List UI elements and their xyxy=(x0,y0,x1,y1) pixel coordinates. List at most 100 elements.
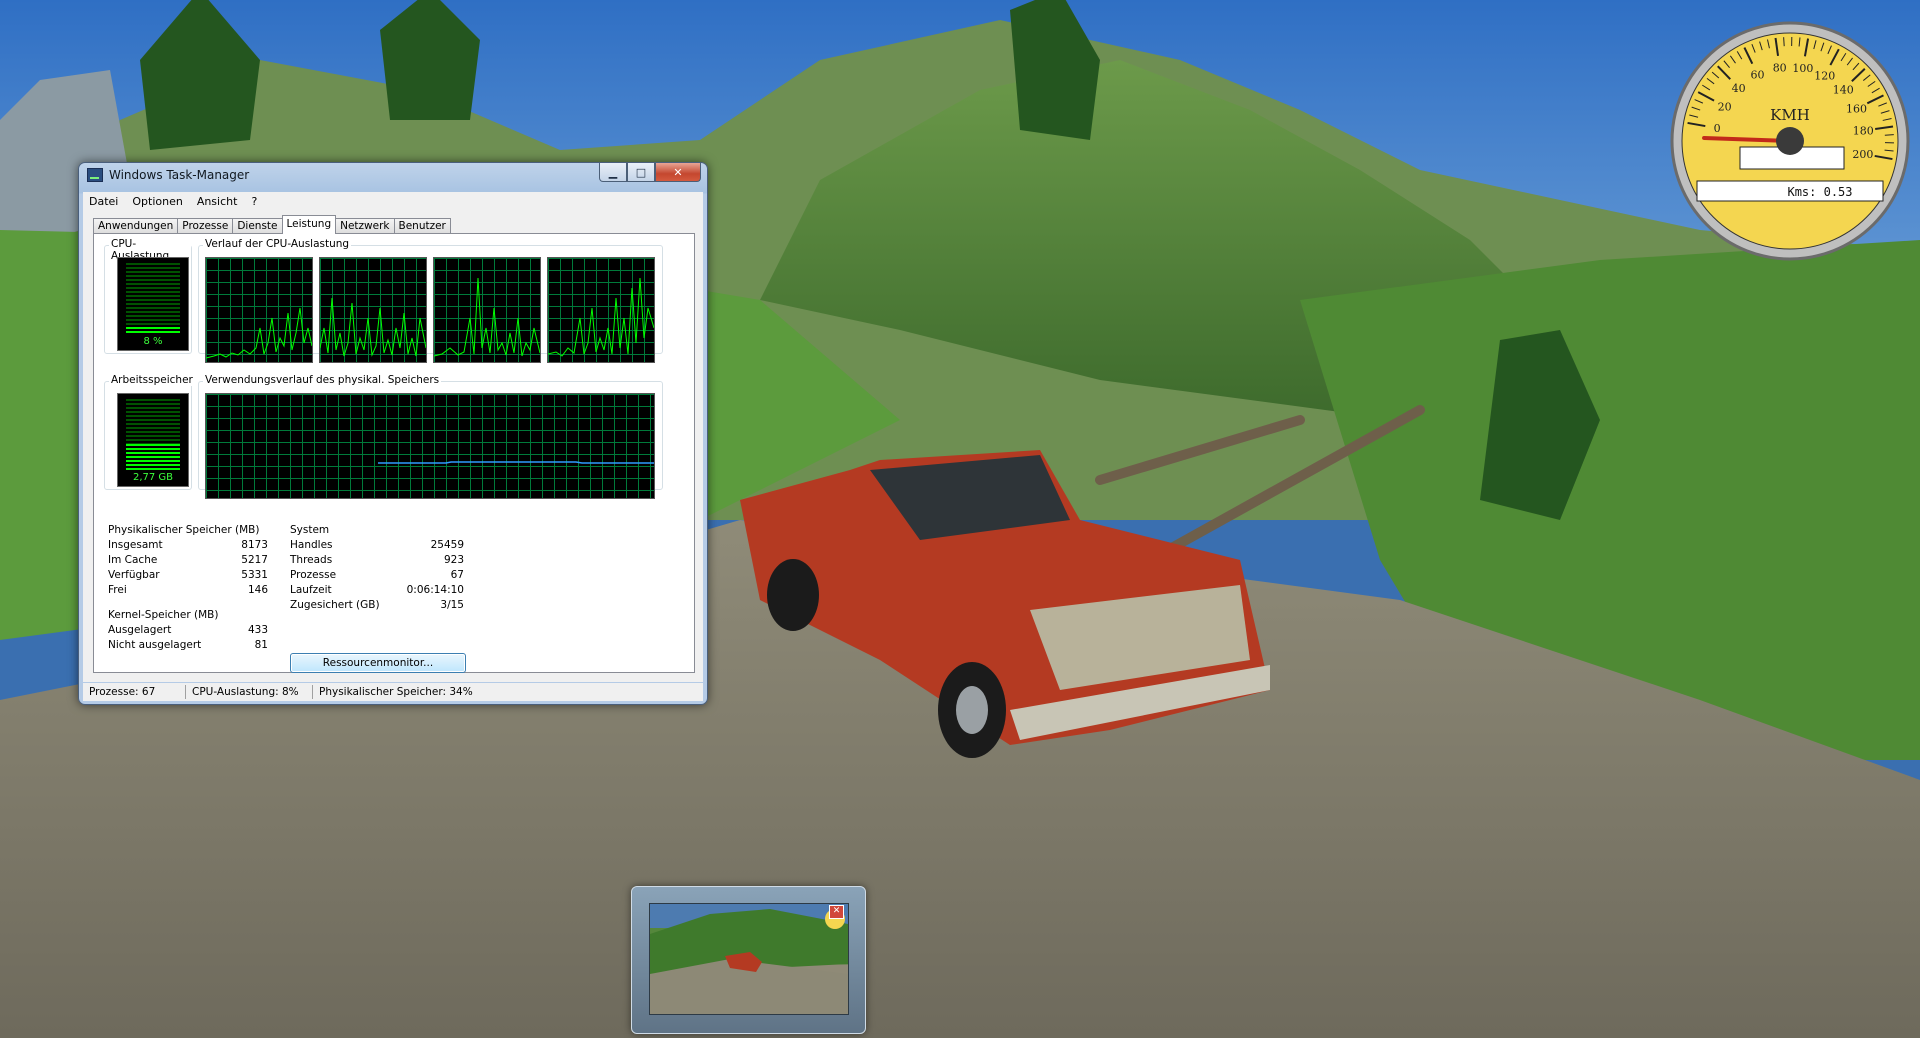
gauge-tick-label: 20 xyxy=(1718,100,1732,113)
tab-netzwerk[interactable]: Netzwerk xyxy=(335,218,395,234)
tab-dienste[interactable]: Dienste xyxy=(232,218,283,234)
stat-row: Frei 146 xyxy=(108,583,268,598)
stat-row: Insgesamt 8173 xyxy=(108,538,268,553)
taskbar-thumbnail[interactable]: ✕ xyxy=(631,886,866,1034)
stat-label: Verfügbar xyxy=(108,569,160,581)
tab-benutzer[interactable]: Benutzer xyxy=(393,218,451,234)
kernel-memory-stats: Kernel-Speicher (MB) Ausgelagert 433 Nich… xyxy=(108,608,268,653)
status-cpu: CPU-Auslastung: 8% xyxy=(186,685,313,699)
minimize-icon: ▁ xyxy=(608,165,618,179)
stat-row: Verfügbar 5331 xyxy=(108,568,268,583)
task-manager-icon xyxy=(87,168,103,182)
task-manager-window[interactable]: Windows Task-Manager ▁ □ ✕ Datei Optione… xyxy=(78,162,708,705)
stat-value: 67 xyxy=(450,569,464,581)
thumbnail-close-button[interactable]: ✕ xyxy=(829,905,844,919)
cpu-history-label: Verlauf der CPU-Auslastung xyxy=(203,238,352,250)
gauge-tick-label: 100 xyxy=(1792,62,1813,75)
tab-leistung[interactable]: Leistung xyxy=(281,215,337,234)
stat-row: Nicht ausgelagert 81 xyxy=(108,638,268,653)
gauge-minor-tick xyxy=(1884,134,1894,136)
stat-row: Prozesse 67 xyxy=(290,568,464,583)
menu-help[interactable]: ? xyxy=(251,195,257,208)
menu-ansicht[interactable]: Ansicht xyxy=(197,195,238,208)
stat-label: Handles xyxy=(290,539,333,551)
stat-row: Im Cache 5217 xyxy=(108,553,268,568)
cpu-meter-fill xyxy=(126,327,180,333)
memory-history-line xyxy=(378,461,654,464)
status-memory: Physikalischer Speicher: 34% xyxy=(319,686,473,698)
memory-group: Arbeitsspeicher 2,77 GB xyxy=(104,374,195,490)
gauge-tick-label: 180 xyxy=(1853,125,1874,138)
speed-unit-label: KMH xyxy=(1770,106,1810,124)
system-heading: System xyxy=(290,524,330,536)
stat-row: Laufzeit 0:06:14:10 xyxy=(290,583,464,598)
gauge-tick-label: 60 xyxy=(1751,68,1765,81)
gauge-tick-label: 0 xyxy=(1714,122,1721,135)
memory-history-graph xyxy=(205,393,655,499)
memory-value: 2,77 GB xyxy=(132,472,174,483)
stat-label: Laufzeit xyxy=(290,584,332,596)
stat-value: 5331 xyxy=(241,569,268,581)
gauge-tick-label: 120 xyxy=(1814,70,1835,83)
minimize-button[interactable]: ▁ xyxy=(599,163,627,182)
stat-row: Zugesichert (GB) 3/15 xyxy=(290,598,464,613)
memory-meter-empty xyxy=(126,399,180,444)
tab-anwendungen[interactable]: Anwendungen xyxy=(93,218,179,234)
tab-prozesse[interactable]: Prozesse xyxy=(177,218,234,234)
system-title: System xyxy=(290,523,464,538)
menu-optionen[interactable]: Optionen xyxy=(132,195,182,208)
stat-label: Threads xyxy=(290,554,333,566)
cpu-usage-group: CPU-Auslastung 8 % xyxy=(104,238,192,354)
cpu-core-line-2 xyxy=(320,297,426,357)
stat-value: 433 xyxy=(247,624,268,636)
cpu-core-line-3 xyxy=(434,277,540,357)
resource-monitor-button[interactable]: Ressourcenmonitor... xyxy=(290,653,466,673)
physical-memory-title: Physikalischer Speicher (MB) xyxy=(108,523,268,538)
gauge-tick-label: 200 xyxy=(1852,148,1873,161)
system-stats: System Handles 25459 Threads 923 Prozesse 6… xyxy=(290,523,464,613)
gauge-tick-label: 140 xyxy=(1833,84,1854,97)
cpu-history-group: Verlauf der CPU-Auslastung xyxy=(198,238,663,363)
needle-hub xyxy=(1776,127,1804,155)
stat-row: Handles 25459 xyxy=(290,538,464,553)
maximize-icon: □ xyxy=(635,165,647,179)
gauge-tick-label: 40 xyxy=(1732,82,1746,95)
memory-meter-fill xyxy=(126,444,180,470)
stat-value: 25459 xyxy=(430,539,464,551)
memory-history-label: Verwendungsverlauf des physikal. Speiche… xyxy=(203,374,442,386)
performance-panel: CPU-Auslastung 8 % Verlauf der CPU-Ausla… xyxy=(93,233,695,673)
cpu-usage-meter: 8 % xyxy=(117,257,189,351)
close-button[interactable]: ✕ xyxy=(655,163,701,182)
stat-label: Frei xyxy=(108,584,127,596)
gauge-tick-label: 80 xyxy=(1773,62,1787,75)
memory-label: Arbeitsspeicher xyxy=(109,374,195,386)
maximize-button[interactable]: □ xyxy=(627,163,655,182)
stat-value: 5217 xyxy=(241,554,268,566)
stat-value: 923 xyxy=(443,554,464,566)
cpu-core-graph-1 xyxy=(205,257,313,363)
menu-datei[interactable]: Datei xyxy=(89,195,118,208)
memory-history-group: Verwendungsverlauf des physikal. Speiche… xyxy=(198,374,663,499)
status-bar: Prozesse: 67 CPU-Auslastung: 8% Physikal… xyxy=(83,683,703,701)
cpu-core-graph-2 xyxy=(319,257,427,363)
cpu-core-line-4 xyxy=(548,277,654,357)
memory-meter: 2,77 GB xyxy=(117,393,189,487)
stat-value: 8173 xyxy=(241,539,268,551)
gauge-tick-label: 160 xyxy=(1846,103,1867,116)
stat-value: 0:06:14:10 xyxy=(406,584,464,596)
title-bar[interactable]: Windows Task-Manager xyxy=(87,166,249,184)
kernel-memory-heading: Kernel-Speicher (MB) xyxy=(108,609,219,621)
stat-value: 146 xyxy=(247,584,268,596)
physical-memory-heading: Physikalischer Speicher (MB) xyxy=(108,524,260,536)
kernel-memory-title: Kernel-Speicher (MB) xyxy=(108,608,268,623)
odometer-readout: Kms: 0.53 xyxy=(1787,185,1852,199)
stat-row: Threads 923 xyxy=(290,553,464,568)
stat-label: Nicht ausgelagert xyxy=(108,639,202,651)
cpu-core-line-1 xyxy=(206,307,312,359)
window-body: Anwendungen Prozesse Dienste Leistung Ne… xyxy=(83,210,703,682)
window-title: Windows Task-Manager xyxy=(109,168,250,182)
stat-label: Prozesse xyxy=(290,569,337,581)
close-icon: ✕ xyxy=(673,165,683,179)
status-processes: Prozesse: 67 xyxy=(83,685,186,699)
thumbnail-game-preview xyxy=(649,903,849,1015)
